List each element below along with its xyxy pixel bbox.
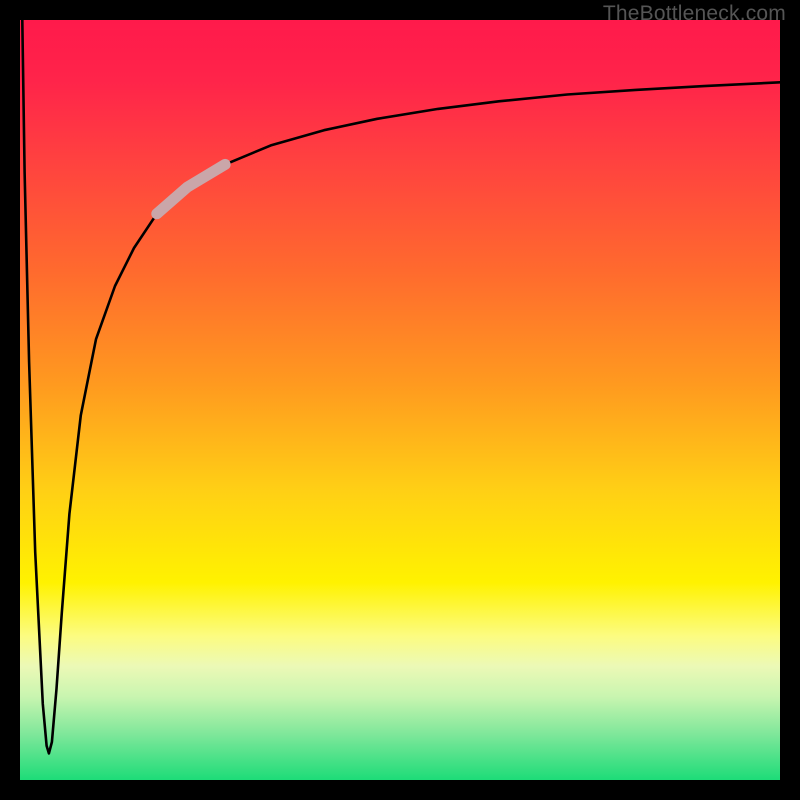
chart-frame: TheBottleneck.com bbox=[0, 0, 800, 800]
curve-layer bbox=[20, 20, 780, 780]
attribution-text: TheBottleneck.com bbox=[603, 2, 786, 26]
curve-path bbox=[22, 20, 780, 753]
curve-highlight bbox=[157, 164, 225, 213]
